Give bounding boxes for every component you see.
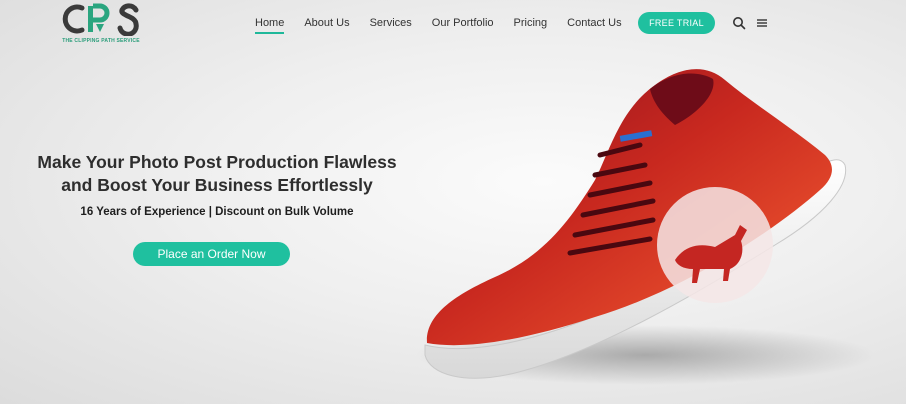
nav-about-us[interactable]: About Us [304, 12, 349, 34]
shoe-print-circle [657, 187, 773, 303]
nav-contact-us[interactable]: Contact Us [567, 12, 621, 34]
search-icon[interactable] [732, 16, 746, 30]
place-order-button[interactable]: Place an Order Now [133, 242, 290, 266]
brand-tagline: THE CLIPPING PATH SERVICE [62, 38, 140, 44]
nav-home[interactable]: Home [255, 12, 285, 34]
free-trial-button[interactable]: FREE TRIAL [638, 12, 715, 34]
hero-headline-line-1: Make Your Photo Post Production Flawless [37, 152, 397, 172]
hero-shoe-image [415, 69, 875, 385]
nav-services[interactable]: Services [370, 12, 412, 34]
hamburger-menu-icon[interactable] [755, 16, 769, 30]
hero-headline-line-2: and Boost Your Business Effortlessly [61, 175, 373, 195]
nav-pricing[interactable]: Pricing [514, 12, 548, 34]
brand-logo[interactable]: THE CLIPPING PATH SERVICE [58, 2, 144, 46]
hero-subline: 16 Years of Experience | Discount on Bul… [80, 206, 354, 218]
cps-logo-mark [62, 3, 139, 36]
nav-our-portfolio[interactable]: Our Portfolio [432, 12, 494, 34]
main-nav: Home About Us Services Our Portfolio Pri… [255, 12, 642, 34]
hero-headline: Make Your Photo Post Production Flawless… [22, 151, 412, 197]
